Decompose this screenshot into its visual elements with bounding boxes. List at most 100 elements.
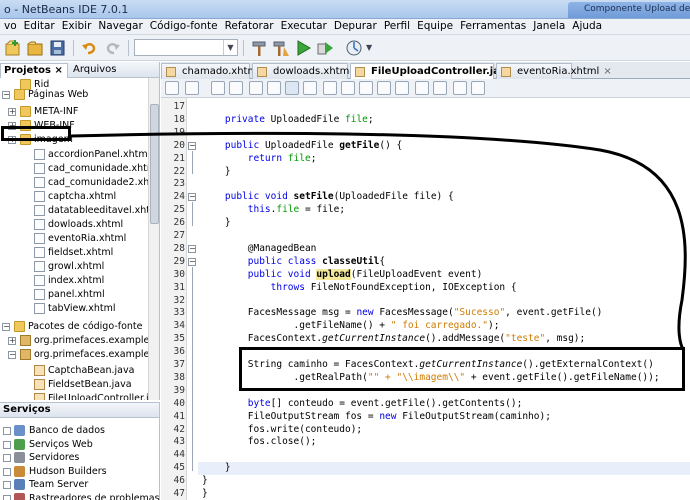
code-line[interactable]: private UploadedFile file; — [202, 114, 374, 125]
code-line[interactable]: fos.write(conteudo); — [202, 424, 362, 435]
menu-item-codigo-fonte[interactable]: Código-fonte — [146, 19, 221, 32]
code-line[interactable]: @ManagedBean — [202, 243, 317, 254]
save-all-icon[interactable] — [48, 39, 66, 57]
code-line[interactable]: fos.close(); — [202, 436, 317, 447]
expand-icon[interactable]: + — [8, 108, 16, 116]
menu-item-equipe[interactable]: Equipe — [413, 19, 456, 32]
redo-icon[interactable] — [104, 39, 122, 57]
close-icon[interactable]: × — [54, 65, 62, 76]
expand-icon[interactable] — [3, 467, 11, 476]
menu-item-janela[interactable]: Janela — [529, 19, 568, 32]
editor-tab[interactable]: dowloads.xhtml× — [252, 63, 365, 79]
build-hammer-icon[interactable] — [250, 39, 268, 57]
shift-right-icon[interactable] — [395, 81, 409, 95]
code-line[interactable]: .getFileName() + " foi carregado."); — [202, 320, 500, 331]
code-line[interactable]: public class classeUtil{ — [202, 256, 385, 267]
services-panel-title[interactable]: Serviços — [0, 403, 159, 418]
profile-icon[interactable] — [345, 39, 363, 57]
code-line[interactable]: FacesContext.getCurrentInstance().addMes… — [202, 333, 585, 344]
code-line[interactable]: throws FileNotFoundException, IOExceptio… — [202, 282, 517, 293]
profile-dropdown-arrow[interactable]: ▼ — [366, 43, 372, 52]
expand-icon[interactable] — [3, 481, 11, 489]
source-view-icon[interactable] — [165, 81, 179, 95]
next-bookmark-icon[interactable] — [341, 81, 355, 95]
file-icon — [34, 219, 45, 230]
tab-arquivos[interactable]: Arquivos — [70, 63, 120, 78]
editor-tab[interactable]: eventoRia.xhtml × — [496, 63, 612, 79]
code-editor[interactable]: private UploadedFile file; public Upload… — [198, 98, 690, 500]
forward-icon[interactable] — [229, 81, 243, 95]
collapse-icon[interactable]: − — [2, 91, 10, 99]
menu-item-executar[interactable]: Executar — [277, 19, 330, 32]
menu-item-refatorar[interactable]: Refatorar — [221, 19, 277, 32]
code-line[interactable]: } — [202, 462, 231, 473]
code-line[interactable]: byte[] conteudo = event.getFile().getCon… — [202, 398, 523, 409]
fold-toggle-icon[interactable]: − — [188, 244, 196, 253]
background-window-tab[interactable]: Componente Upload de... — [568, 2, 690, 18]
clean-build-icon[interactable] — [272, 39, 290, 57]
menu-item-exibir[interactable]: Exibir — [58, 19, 95, 32]
collapse-icon[interactable]: − — [2, 323, 10, 331]
code-line[interactable]: } — [202, 488, 208, 499]
expand-icon[interactable] — [3, 494, 11, 500]
expand-icon[interactable]: + — [8, 337, 16, 345]
fold-toggle-icon[interactable]: − — [188, 141, 196, 150]
toggle-bookmark-icon[interactable] — [359, 81, 373, 95]
shift-left-icon[interactable] — [377, 81, 391, 95]
menu-item-navegar[interactable]: Navegar — [94, 19, 145, 32]
uncomment-icon[interactable] — [471, 81, 485, 95]
close-icon[interactable]: × — [603, 66, 611, 77]
code-line[interactable]: } — [202, 217, 231, 228]
find-next-icon[interactable] — [267, 81, 281, 95]
expand-icon[interactable] — [3, 427, 11, 435]
open-project-icon[interactable] — [26, 39, 44, 57]
menu-item-ajuda[interactable]: Ajuda — [568, 19, 605, 32]
projects-panel-tabs: Projetos × Arquivos — [0, 62, 159, 78]
file-icon — [34, 261, 45, 272]
editor-tab[interactable]: chamado.xhtml× — [161, 63, 272, 79]
undo-icon[interactable] — [80, 39, 98, 57]
toggle-highlight-icon[interactable] — [285, 81, 299, 95]
previous-bookmark-icon[interactable] — [323, 81, 337, 95]
toggle-rectangular-selection-icon[interactable] — [303, 81, 317, 95]
start-macro-icon[interactable] — [415, 81, 429, 95]
run-icon[interactable] — [294, 39, 312, 57]
comment-icon[interactable] — [453, 81, 467, 95]
editor-tab[interactable]: FileUploadController.java× — [350, 63, 526, 79]
menu-item-editar[interactable]: Editar — [20, 19, 58, 32]
find-previous-icon[interactable] — [249, 81, 263, 95]
code-line[interactable]: } — [202, 475, 208, 486]
code-line[interactable]: return file; — [202, 153, 317, 164]
menu-item-ferramentas[interactable]: Ferramentas — [456, 19, 529, 32]
back-icon[interactable] — [211, 81, 225, 95]
menu-item-perfil[interactable]: Perfil — [380, 19, 413, 32]
stop-macro-icon[interactable] — [433, 81, 447, 95]
configuration-dropdown[interactable]: ▼ — [134, 39, 238, 56]
collapse-icon[interactable]: − — [8, 351, 16, 359]
project-tree-scrollbar[interactable] — [148, 78, 159, 400]
code-line[interactable]: FacesMessage msg = new FacesMessage("Suc… — [202, 307, 603, 318]
fold-toggle-icon[interactable]: − — [188, 193, 196, 202]
expand-icon[interactable] — [3, 440, 11, 449]
line-number: 18 — [173, 113, 185, 125]
code-line[interactable]: FileOutputStream fos = new FileOutputStr… — [202, 411, 551, 422]
service-icon — [14, 425, 25, 436]
editor-tab-label: chamado.xhtml — [182, 66, 260, 77]
expand-icon[interactable] — [3, 454, 11, 462]
menu-item-arquivo[interactable]: vo — [0, 19, 20, 32]
code-line[interactable]: public void setFile(UploadedFile file) { — [202, 191, 454, 202]
code-line[interactable]: public void upload(FileUploadEvent event… — [202, 268, 482, 280]
new-project-icon[interactable] — [4, 39, 22, 57]
folder-icon — [14, 89, 25, 100]
code-line[interactable]: this.file = file; — [202, 204, 345, 215]
debug-icon[interactable] — [316, 39, 334, 57]
menu-item-depurar[interactable]: Depurar — [330, 19, 380, 32]
code-line[interactable]: } — [202, 166, 231, 177]
tab-projetos[interactable]: Projetos × — [0, 63, 68, 78]
line-number: 27 — [173, 230, 185, 241]
code-line[interactable]: public UploadedFile getFile() { — [202, 140, 402, 151]
scrollbar-thumb[interactable] — [150, 104, 159, 224]
history-view-icon[interactable] — [185, 81, 199, 95]
folder-icon — [20, 106, 31, 117]
fold-toggle-icon[interactable]: − — [188, 257, 196, 266]
